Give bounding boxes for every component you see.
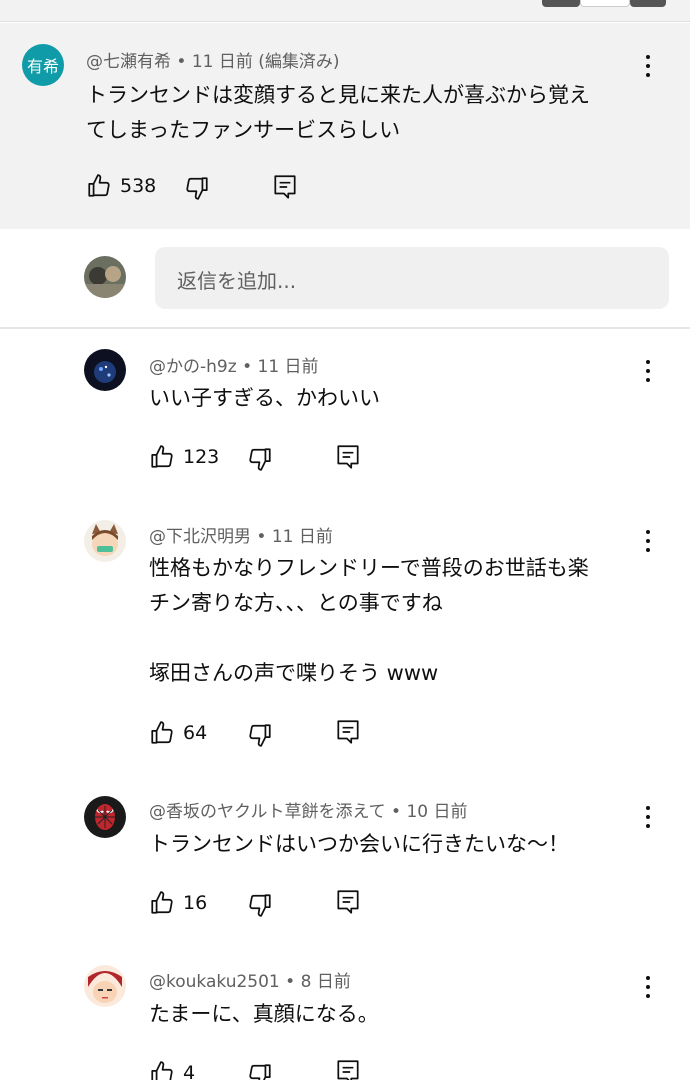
comment-author[interactable]: @下北沢明男 <box>149 527 251 547</box>
comment-text: 性格もかなりフレンドリーで普段のお世話も楽 チン寄りな方、、、との事ですね 塚田… <box>149 556 589 685</box>
reply-button[interactable] <box>335 1058 361 1080</box>
thumbs-up-icon <box>151 891 173 914</box>
comment-time[interactable]: 11 日前 (編集済み) <box>192 52 340 72</box>
comment-text: トランセンドは変顔すると見に来た人が喜ぶから覚え てしまったファンサービスらしい <box>86 83 590 142</box>
reply-comment-icon <box>337 1060 359 1080</box>
like-button[interactable]: 16 <box>149 890 207 916</box>
comment-time[interactable]: 11 日前 <box>272 527 333 547</box>
comment-text: たまーに、真顔になる。 <box>149 1002 379 1026</box>
thumbs-up-icon <box>151 721 173 744</box>
reply-input[interactable]: 返信を追加... <box>155 247 669 309</box>
dislike-button[interactable] <box>247 722 273 748</box>
like-count: 64 <box>183 722 208 744</box>
like-count: 16 <box>183 892 208 914</box>
thumbs-down-icon <box>249 724 271 747</box>
toolbar-segment[interactable] <box>542 0 580 7</box>
like-count: 538 <box>120 175 157 197</box>
like-button[interactable]: 538 <box>86 173 156 199</box>
meta-separator: • <box>256 527 267 547</box>
reply-button[interactable] <box>335 443 361 471</box>
avatar[interactable]: 有希 <box>22 44 64 86</box>
top-toolbar-strip <box>0 0 690 22</box>
thumbs-down-icon <box>186 177 208 200</box>
current-user-avatar[interactable] <box>84 256 126 298</box>
comment-time[interactable]: 10 日前 <box>406 802 467 822</box>
reply-comment-icon <box>337 720 359 744</box>
dislike-button[interactable] <box>184 175 210 201</box>
toolbar-segment[interactable] <box>630 0 666 7</box>
reply-button[interactable] <box>335 718 361 746</box>
comment-time[interactable]: 8 日前 <box>301 972 351 992</box>
avatar[interactable] <box>84 965 126 1007</box>
reply-comment-icon <box>274 175 296 199</box>
like-button[interactable]: 123 <box>149 444 219 470</box>
comment-text: いい子すぎる、かわいい <box>149 386 380 410</box>
comment-meta: @香坂のヤクルト草餅を添えて • 10 日前 <box>149 797 468 822</box>
avatar[interactable] <box>84 796 126 838</box>
dislike-button[interactable] <box>247 1062 273 1080</box>
comment-author[interactable]: @かの-h9z <box>149 357 237 377</box>
meta-separator: • <box>176 52 187 72</box>
dislike-button[interactable] <box>247 446 273 472</box>
reply-comment-icon <box>337 890 359 914</box>
comment-meta: @七瀬有希 • 11 日前 (編集済み) <box>86 47 340 72</box>
comment-text: トランセンドはいつか会いに行きたいな～！ <box>149 832 569 856</box>
like-button[interactable]: 64 <box>149 720 207 746</box>
thumbs-down-icon <box>249 894 271 917</box>
reply-button[interactable] <box>272 173 298 201</box>
comment-time[interactable]: 11 日前 <box>258 357 319 377</box>
highlighted-comment: 有希 @七瀬有希 • 11 日前 (編集済み) トランセンドは変顔すると見に来た… <box>0 23 690 229</box>
comment-author[interactable]: @香坂のヤクルト草餅を添えて <box>149 802 386 822</box>
like-count: 123 <box>183 446 220 468</box>
dislike-button[interactable] <box>247 892 273 918</box>
comment-meta: @koukaku2501 • 8 日前 <box>149 967 351 992</box>
avatar[interactable] <box>84 349 126 391</box>
thumbs-up-icon <box>151 1061 173 1080</box>
comment-author[interactable]: @七瀬有希 <box>86 52 171 72</box>
more-vertical-icon[interactable] <box>638 53 658 79</box>
meta-separator: • <box>242 357 253 377</box>
reply-button[interactable] <box>335 888 361 916</box>
reply-input-placeholder: 返信を追加... <box>177 269 297 293</box>
thumbs-down-icon <box>249 1064 271 1080</box>
comment-author[interactable]: @koukaku2501 <box>149 972 280 992</box>
thumbs-down-icon <box>249 448 271 471</box>
meta-separator: • <box>391 802 402 822</box>
comment-meta: @下北沢明男 • 11 日前 <box>149 522 333 547</box>
meta-separator: • <box>285 972 296 992</box>
reply-comment-icon <box>337 445 359 469</box>
thumbs-up-icon <box>88 174 110 197</box>
avatar[interactable] <box>84 520 126 562</box>
toolbar-segment[interactable] <box>580 0 630 7</box>
thumbs-up-icon <box>151 445 173 468</box>
like-count: 4 <box>183 1062 196 1080</box>
comment-meta: @かの-h9z • 11 日前 <box>149 352 319 377</box>
divider <box>0 327 690 329</box>
like-button[interactable]: 4 <box>149 1060 195 1080</box>
